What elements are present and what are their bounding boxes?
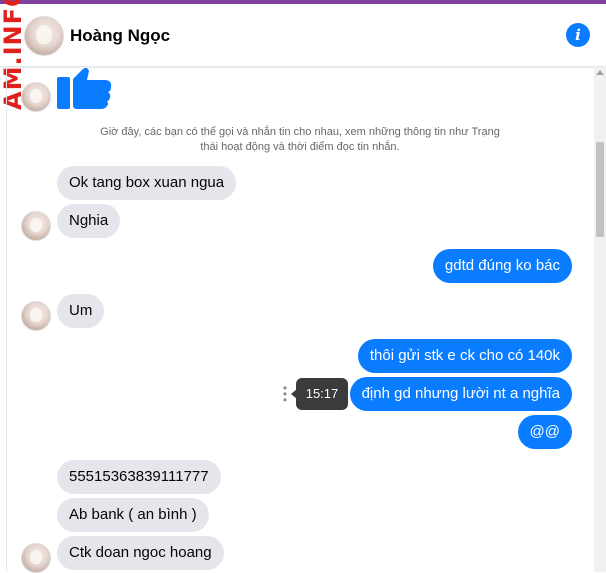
avatar[interactable] <box>24 16 64 56</box>
avatar <box>21 301 51 331</box>
scrollbar[interactable] <box>594 67 606 572</box>
chat-header: Hoàng Ngọc i <box>0 4 606 67</box>
more-icon[interactable]: • • • <box>282 382 288 406</box>
system-note: Giờ đây, các bạn có thể gọi và nhắn tin … <box>100 126 500 153</box>
message-bubble[interactable]: gdtd đúng ko bác <box>432 249 572 283</box>
message-bubble[interactable]: Ctk doan ngoc hoang <box>57 536 224 570</box>
scroll-thumb[interactable] <box>596 142 604 237</box>
message-bubble[interactable]: 55515363839111777 <box>57 460 221 494</box>
avatar <box>21 82 51 112</box>
message-bubble[interactable]: Nghia <box>57 204 121 238</box>
info-icon[interactable]: i <box>566 23 590 47</box>
left-divider <box>6 67 7 572</box>
message-bubble[interactable]: Um <box>57 294 105 328</box>
message-bubble[interactable]: định gd nhưng lười nt a nghĩa <box>349 377 572 411</box>
avatar <box>21 543 51 573</box>
message-bubble[interactable]: Ab bank ( an bình ) <box>57 498 209 532</box>
message-bubble[interactable]: Ok tang box xuan ngua <box>57 166 237 200</box>
message-bubble[interactable]: @@ <box>517 415 572 449</box>
scroll-up-arrow-icon[interactable] <box>596 70 604 75</box>
message-bubble[interactable]: thôi gửi stk e ck cho có 140k <box>357 339 572 373</box>
contact-name[interactable]: Hoàng Ngọc <box>70 26 170 46</box>
like-icon <box>57 67 112 109</box>
timestamp-tooltip: 15:17 <box>291 378 348 410</box>
avatar <box>21 211 51 241</box>
